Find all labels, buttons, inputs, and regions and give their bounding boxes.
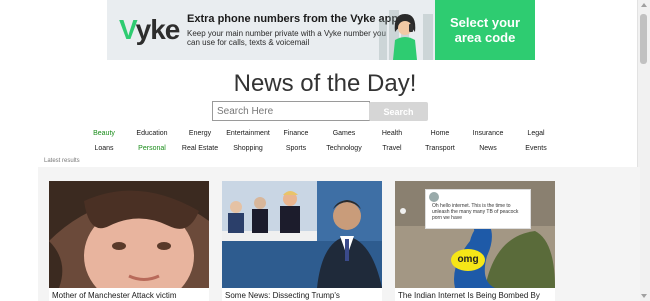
category-personal[interactable]: Personal xyxy=(128,145,176,153)
avatar-icon xyxy=(429,192,439,202)
ad-subtext: Keep your main number private with a Vyk… xyxy=(187,29,386,47)
woman-on-phone-illustration xyxy=(393,14,417,60)
category-transport[interactable]: Transport xyxy=(416,145,464,153)
category-entertainment[interactable]: Entertainment xyxy=(224,130,272,138)
scroll-up-arrow-icon[interactable] xyxy=(641,3,647,7)
page-title: News of the Day! xyxy=(233,70,417,97)
category-education[interactable]: Education xyxy=(128,130,176,138)
category-sports[interactable]: Sports xyxy=(272,145,320,153)
category-legal[interactable]: Legal xyxy=(512,130,560,138)
category-insurance[interactable]: Insurance xyxy=(464,130,512,138)
vyke-logo: Vyke xyxy=(119,14,180,45)
category-news[interactable]: News xyxy=(464,145,512,153)
category-health[interactable]: Health xyxy=(368,130,416,138)
search-button[interactable]: Search xyxy=(369,102,428,121)
category-energy[interactable]: Energy xyxy=(176,130,224,138)
tweet-text: Oh hello internet. This is the time to u… xyxy=(432,203,519,221)
results-grid: Mother of Manchester Attack victim Some … xyxy=(38,167,640,301)
result-card[interactable]: Some News: Dissecting Trump's xyxy=(222,181,382,301)
category-loans[interactable]: Loans xyxy=(80,145,128,153)
category-home[interactable]: Home xyxy=(416,130,464,138)
ad-headline: Extra phone numbers from the Vyke app xyxy=(187,13,399,25)
result-caption[interactable]: Mother of Manchester Attack victim xyxy=(52,291,208,300)
category-beauty[interactable]: Beauty xyxy=(80,130,128,138)
category-real-estate[interactable]: Real Estate xyxy=(176,145,224,153)
tweet-embed: Oh hello internet. This is the time to u… xyxy=(425,189,531,229)
category-shopping[interactable]: Shopping xyxy=(224,145,272,153)
category-finance[interactable]: Finance xyxy=(272,130,320,138)
category-nav: Beauty Education Energy Entertainment Fi… xyxy=(80,130,560,153)
ad-banner[interactable]: Vyke Extra phone numbers from the Vyke a… xyxy=(107,0,535,60)
result-caption[interactable]: The Indian Internet Is Being Bombed By xyxy=(398,291,554,300)
result-caption[interactable]: Some News: Dissecting Trump's xyxy=(225,291,381,300)
scroll-down-arrow-icon[interactable] xyxy=(641,294,647,298)
category-technology[interactable]: Technology xyxy=(320,145,368,153)
news-press-photo-image[interactable] xyxy=(222,181,382,288)
select-area-code-button[interactable]: Select your area code xyxy=(435,0,535,60)
omg-sticker: omg xyxy=(451,249,485,271)
category-travel[interactable]: Travel xyxy=(368,145,416,153)
category-events[interactable]: Events xyxy=(512,145,560,153)
search-input[interactable] xyxy=(212,101,370,121)
latest-results-label: Latest results xyxy=(44,158,80,164)
result-card[interactable]: Oh hello internet. This is the time to u… xyxy=(395,181,555,301)
scrollbar-thumb[interactable] xyxy=(640,14,647,64)
girl-portrait-image[interactable] xyxy=(49,181,209,288)
category-games[interactable]: Games xyxy=(320,130,368,138)
peacock-meme-image[interactable]: Oh hello internet. This is the time to u… xyxy=(395,181,555,288)
result-card[interactable]: Mother of Manchester Attack victim xyxy=(49,181,209,301)
